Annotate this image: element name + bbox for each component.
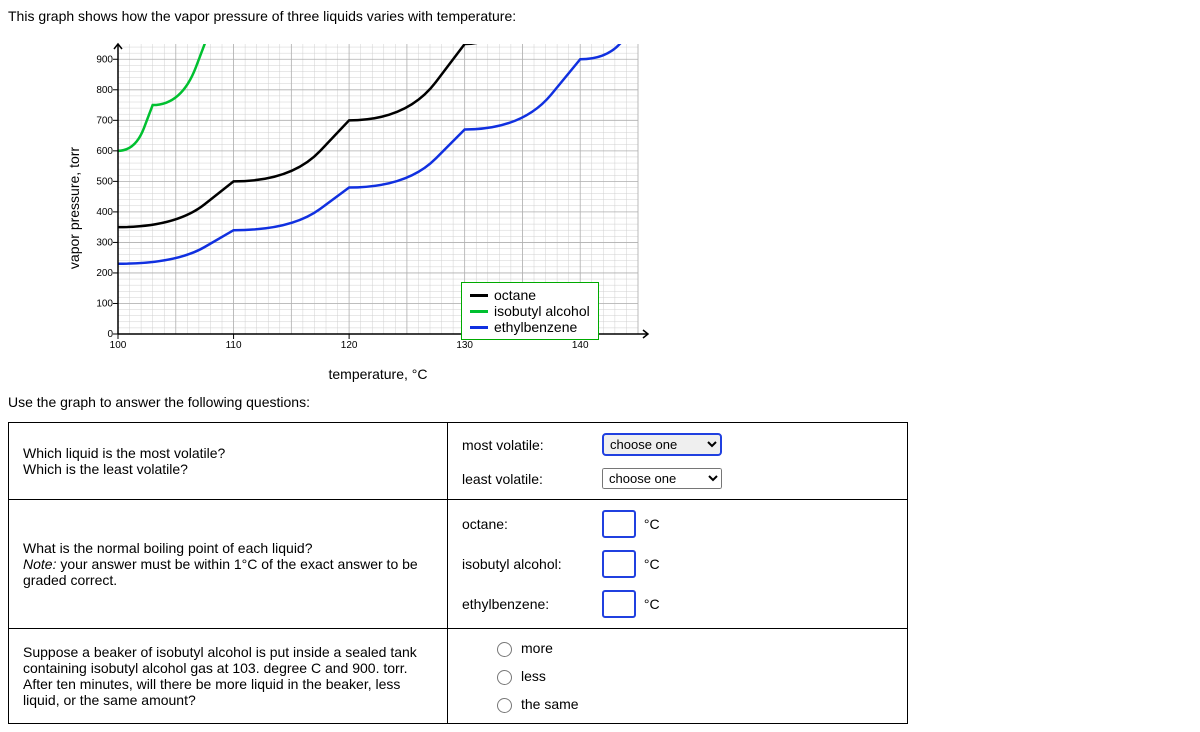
unit-celsius: °C	[644, 596, 660, 612]
legend-item: ethylbenzene	[470, 319, 590, 335]
least-volatile-select[interactable]: choose one	[602, 468, 722, 489]
table-row: What is the normal boiling point of each…	[9, 500, 908, 629]
radio-less[interactable]: less	[492, 667, 893, 685]
unit-celsius: °C	[644, 516, 660, 532]
y-axis-label: vapor pressure, torr	[66, 147, 82, 269]
q2-prompt-cell: What is the normal boiling point of each…	[9, 500, 448, 629]
q1-line2: Which is the least volatile?	[23, 461, 433, 477]
octane-bp-input[interactable]	[602, 510, 636, 538]
svg-text:200: 200	[96, 268, 113, 279]
q2-answer-cell: octane: °C isobutyl alcohol: °C ethylben…	[448, 500, 908, 629]
svg-text:300: 300	[96, 237, 113, 248]
q3-prompt-cell: Suppose a beaker of isobutyl alcohol is …	[9, 629, 448, 724]
legend-item: octane	[470, 287, 590, 303]
svg-text:140: 140	[572, 340, 589, 351]
svg-text:800: 800	[96, 85, 113, 96]
legend-label: octane	[494, 287, 536, 303]
radio-less-label: less	[521, 668, 546, 684]
legend-item: isobutyl alcohol	[470, 303, 590, 319]
subintro-text: Use the graph to answer the following qu…	[8, 394, 1192, 410]
label-most-volatile: most volatile:	[462, 437, 602, 453]
svg-text:0: 0	[107, 329, 113, 340]
vapor-pressure-chart: vapor pressure, torr 100110120130140 010…	[48, 34, 1192, 382]
legend-swatch-isobutyl	[470, 310, 488, 313]
legend-label: ethylbenzene	[494, 319, 577, 335]
q1-line1: Which liquid is the most volatile?	[23, 445, 433, 461]
ethylbenzene-bp-input[interactable]	[602, 590, 636, 618]
legend-swatch-ethyl	[470, 326, 488, 329]
isobutyl-bp-input[interactable]	[602, 550, 636, 578]
q2-note: Note: your answer must be within 1°C of …	[23, 556, 433, 588]
q3-answer-cell: more less the same	[448, 629, 908, 724]
label-ethyl: ethylbenzene:	[462, 596, 602, 612]
svg-text:500: 500	[96, 176, 113, 187]
svg-text:900: 900	[96, 54, 113, 65]
table-row: Which liquid is the most volatile? Which…	[9, 423, 908, 500]
legend-swatch-octane	[470, 294, 488, 297]
svg-text:100: 100	[110, 340, 127, 351]
intro-text: This graph shows how the vapor pressure …	[8, 8, 1192, 24]
q1-answer-cell: most volatile: choose one least volatile…	[448, 423, 908, 500]
radio-more-input[interactable]	[497, 642, 512, 657]
label-isobutyl: isobutyl alcohol:	[462, 556, 602, 572]
question-table: Which liquid is the most volatile? Which…	[8, 422, 908, 724]
svg-text:600: 600	[96, 146, 113, 157]
x-axis-label: temperature, °C	[118, 366, 638, 382]
svg-text:130: 130	[456, 340, 473, 351]
radio-more-label: more	[521, 640, 553, 656]
unit-celsius: °C	[644, 556, 660, 572]
svg-text:400: 400	[96, 207, 113, 218]
svg-text:110: 110	[226, 340, 242, 351]
svg-text:700: 700	[96, 115, 113, 126]
radio-less-input[interactable]	[497, 670, 512, 685]
radio-same[interactable]: the same	[492, 695, 893, 713]
radio-same-input[interactable]	[497, 698, 512, 713]
svg-text:100: 100	[96, 298, 113, 309]
svg-text:120: 120	[341, 340, 358, 351]
most-volatile-select[interactable]: choose one	[602, 433, 722, 456]
chart-legend: octane isobutyl alcohol ethylbenzene	[461, 282, 599, 340]
q2-line1: What is the normal boiling point of each…	[23, 540, 433, 556]
q1-prompt-cell: Which liquid is the most volatile? Which…	[9, 423, 448, 500]
radio-more[interactable]: more	[492, 639, 893, 657]
label-least-volatile: least volatile:	[462, 471, 602, 487]
radio-same-label: the same	[521, 696, 579, 712]
legend-label: isobutyl alcohol	[494, 303, 590, 319]
label-octane: octane:	[462, 516, 602, 532]
table-row: Suppose a beaker of isobutyl alcohol is …	[9, 629, 908, 724]
